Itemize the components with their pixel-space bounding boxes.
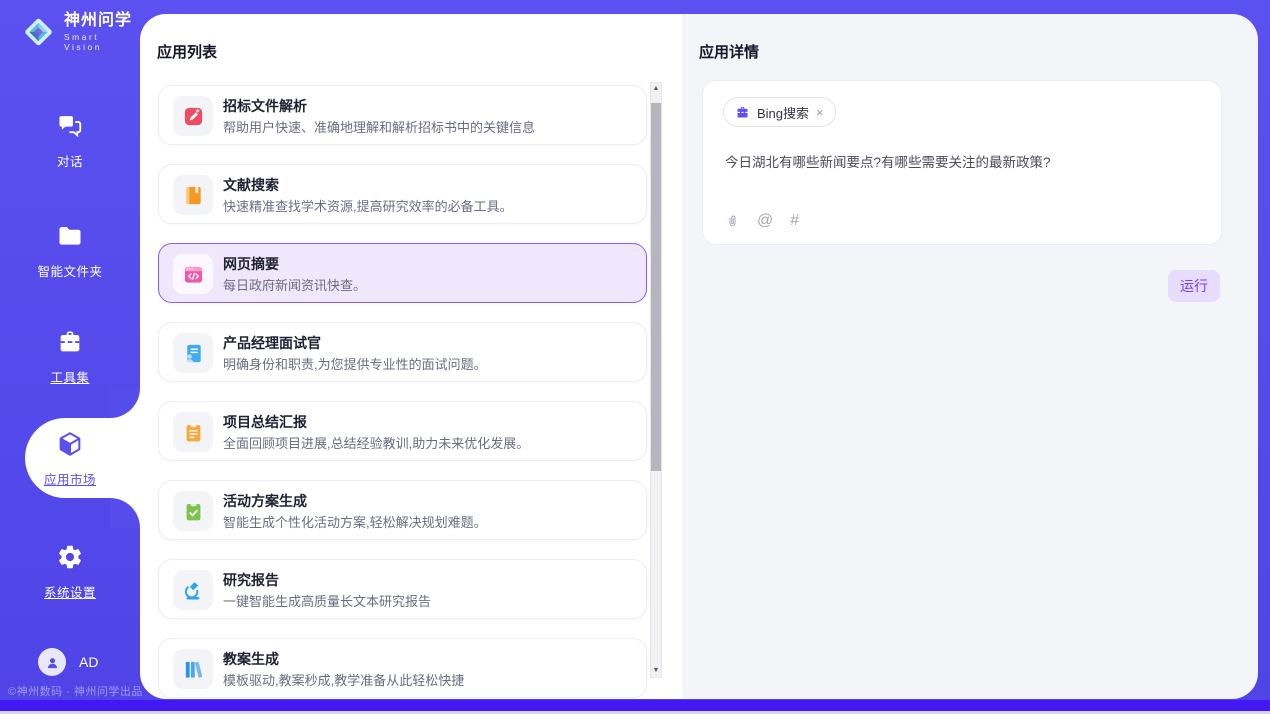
app-name: 招标文件解析 [223, 96, 307, 116]
app-icon-tile [173, 333, 213, 373]
scroll-up-arrow-icon[interactable]: ▲ [651, 83, 661, 95]
app-card[interactable]: 项目总结汇报 全面回顾项目进展,总结经验教训,助力未来优化发展。 [158, 401, 647, 461]
app-icon-tile [173, 570, 213, 610]
app-name: 教案生成 [223, 649, 279, 669]
scrollbar-thumb[interactable] [651, 103, 661, 471]
chat-icon [56, 112, 84, 140]
sidebar-item-gear[interactable]: 系统设置 [0, 543, 140, 601]
brand: 神州问学 Smart Vision [20, 12, 140, 52]
app-name: 项目总结汇报 [223, 412, 307, 432]
app-list-panel: 应用列表 招标文件解析 帮助用户快速、准确地理解和解析招标书中的关键信息 文献搜… [140, 14, 682, 699]
app-card[interactable]: 网页摘要 每日政府新闻资讯快查。 [158, 243, 647, 303]
sidebar-item-folder[interactable]: 智能文件夹 [0, 222, 140, 280]
app-name: 研究报告 [223, 570, 279, 590]
composer-toolbar: @ # [725, 212, 799, 230]
microscope-icon [182, 579, 205, 602]
app-desc: 全面回顾项目进展,总结经验教训,助力未来优化发展。 [223, 433, 529, 452]
brand-tagline: Smart Vision [64, 32, 140, 52]
app-desc: 帮助用户快速、准确地理解和解析招标书中的关键信息 [223, 117, 535, 136]
bottom-accent-bar [0, 700, 1270, 711]
app-list-title: 应用列表 [157, 41, 217, 62]
app-icon-tile [173, 491, 213, 531]
hash-icon[interactable]: # [790, 212, 799, 230]
app-card[interactable]: 文献搜索 快速精准查找学术资源,提高研究效率的必备工具。 [158, 164, 647, 224]
toolbox-icon [56, 328, 84, 356]
app-name: 文献搜索 [223, 175, 279, 195]
app-name: 网页摘要 [223, 254, 279, 274]
run-button[interactable]: 运行 [1168, 270, 1220, 302]
app-icon-tile [173, 175, 213, 215]
prompt-card: Bing搜索 × 今日湖北有哪些新闻要点?有哪些需要关注的最新政策? @ # [702, 80, 1222, 245]
app-desc: 快速精准查找学术资源,提高研究效率的必备工具。 [223, 196, 513, 215]
app-icon-tile [173, 96, 213, 136]
sidebar-item-chat[interactable]: 对话 [0, 112, 140, 170]
mention-icon[interactable]: @ [757, 212, 773, 230]
avatar [38, 648, 66, 676]
app-desc: 智能生成个性化活动方案,轻松解决规划难题。 [223, 512, 487, 531]
app-card[interactable]: 招标文件解析 帮助用户快速、准确地理解和解析招标书中的关键信息 [158, 85, 647, 145]
sidebar-item-cube[interactable]: 应用市场 [0, 430, 140, 488]
doc-edit-icon [182, 105, 205, 128]
app-card[interactable]: 研究报告 一键智能生成高质量长文本研究报告 [158, 559, 647, 619]
app-detail-title: 应用详情 [699, 41, 759, 62]
books-icon [182, 658, 205, 681]
briefcase-icon [735, 105, 750, 120]
scrollbar[interactable]: ▲ ▼ [650, 82, 662, 678]
app-icon-tile [173, 254, 213, 294]
app-desc: 一键智能生成高质量长文本研究报告 [223, 591, 431, 610]
app-desc: 明确身份和职责,为您提供专业性的面试问题。 [223, 354, 487, 373]
remove-tool-icon[interactable]: × [816, 106, 824, 119]
app-card[interactable]: 教案生成 模板驱动,教案秒成,教学准备从此轻松快捷 [158, 638, 647, 698]
brand-logo-icon [20, 13, 57, 51]
copyright-text: ©神州数码 · 神州问学出品 [8, 683, 143, 699]
app-card[interactable]: 产品经理面试官 明确身份和职责,为您提供专业性的面试问题。 [158, 322, 647, 382]
gear-icon [56, 543, 84, 571]
tool-chip-bing-search[interactable]: Bing搜索 × [723, 97, 836, 127]
person-icon [44, 654, 61, 671]
person-doc-icon [182, 342, 205, 365]
folder-icon [56, 222, 84, 250]
prompt-input[interactable]: 今日湖北有哪些新闻要点?有哪些需要关注的最新政策? [725, 151, 1201, 171]
active-tab-fillet-top [110, 388, 140, 418]
user-initials: AD [79, 654, 98, 670]
app-list: 招标文件解析 帮助用户快速、准确地理解和解析招标书中的关键信息 文献搜索 快速精… [158, 85, 647, 698]
active-tab-fillet-bottom [110, 498, 140, 528]
app-name: 活动方案生成 [223, 491, 307, 511]
browser-code-icon [182, 263, 205, 286]
user-profile[interactable]: AD [38, 648, 98, 676]
clipboard-icon [182, 421, 205, 444]
app-icon-tile [173, 412, 213, 452]
app-desc: 模板驱动,教案秒成,教学准备从此轻松快捷 [223, 670, 464, 689]
app-icon-tile [173, 649, 213, 689]
clipboard-check-icon [182, 500, 205, 523]
brand-name: 神州问学 [64, 12, 140, 30]
tool-chip-label: Bing搜索 [757, 103, 809, 122]
app-name: 产品经理面试官 [223, 333, 321, 353]
sidebar: 神州问学 Smart Vision 对话 智能文件夹 工具集 应用市场 系统设置… [0, 0, 140, 700]
sidebar-item-toolbox[interactable]: 工具集 [0, 328, 140, 386]
cube-icon [56, 430, 84, 458]
app-desc: 每日政府新闻资讯快查。 [223, 275, 366, 294]
scroll-down-arrow-icon[interactable]: ▼ [651, 665, 661, 677]
main-content: 应用列表 招标文件解析 帮助用户快速、准确地理解和解析招标书中的关键信息 文献搜… [140, 14, 1258, 699]
attachment-icon[interactable] [725, 212, 740, 230]
app-window: 神州问学 Smart Vision 对话 智能文件夹 工具集 应用市场 系统设置… [0, 0, 1270, 714]
app-card[interactable]: 活动方案生成 智能生成个性化活动方案,轻松解决规划难题。 [158, 480, 647, 540]
app-detail-panel: 应用详情 Bing搜索 × 今日湖北有哪些新闻要点?有哪些需要关注的最新政策? [682, 14, 1258, 699]
book-icon [182, 184, 205, 207]
